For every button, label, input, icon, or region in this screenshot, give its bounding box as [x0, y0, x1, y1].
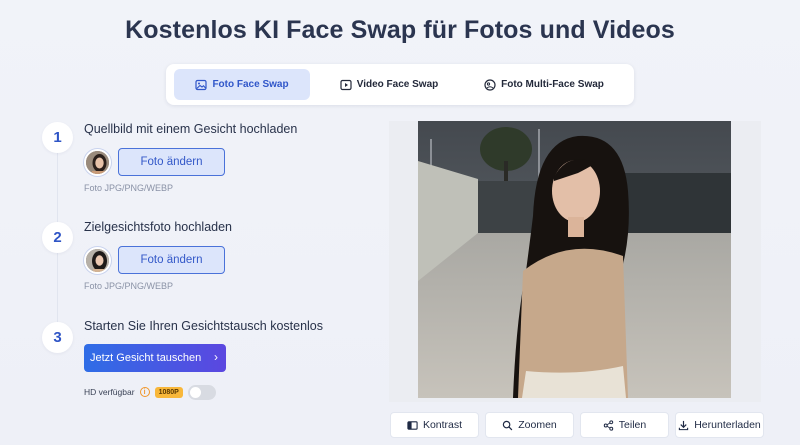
- step-title: Quellbild mit einem Gesicht hochladen: [84, 122, 298, 136]
- step-number: 2: [42, 222, 73, 253]
- zoom-button[interactable]: Zoomen: [485, 412, 574, 438]
- steps-panel: 1 Quellbild mit einem Gesicht hochladen …: [40, 118, 370, 438]
- step-number: 3: [42, 322, 73, 353]
- multi-face-icon: [484, 78, 496, 91]
- contrast-button[interactable]: Kontrast: [390, 412, 479, 438]
- result-image: [418, 121, 731, 398]
- page-title: Kostenlos KI Face Swap für Fotos und Vid…: [125, 16, 675, 44]
- step-title: Starten Sie Ihren Gesichtstausch kostenl…: [84, 319, 324, 333]
- tab-label: Foto Multi-Face Swap: [501, 79, 604, 90]
- source-face-thumbnail[interactable]: [84, 149, 111, 176]
- hd-option-row: HD verfügbar i 1080P: [84, 383, 216, 401]
- tab-multi-face-swap[interactable]: Foto Multi-Face Swap: [464, 69, 624, 100]
- file-format-hint: Foto JPG/PNG/WEBP: [84, 281, 174, 291]
- share-icon: [603, 419, 614, 431]
- avatar: [86, 151, 109, 174]
- download-button[interactable]: Herunterladen: [675, 412, 764, 438]
- action-label: Teilen: [618, 419, 647, 431]
- tab-video-face-swap[interactable]: Video Face Swap: [318, 69, 460, 100]
- info-icon[interactable]: i: [139, 387, 150, 397]
- download-icon: [679, 420, 689, 430]
- result-actions: Kontrast Zoomen Teilen Herunterladen: [390, 412, 764, 438]
- image-icon: [195, 79, 208, 90]
- resolution-badge: 1080P: [154, 386, 183, 398]
- video-icon: [340, 79, 352, 90]
- tab-label: Video Face Swap: [356, 79, 439, 90]
- file-format-hint: Foto JPG/PNG/WEBP: [84, 183, 174, 193]
- toggle-knob: [189, 386, 201, 398]
- result-photo: [418, 121, 731, 398]
- search-icon: [503, 420, 513, 430]
- change-target-photo-button[interactable]: Foto ändern: [118, 246, 225, 274]
- hd-label: HD verfügbar: [84, 387, 135, 397]
- action-label: Kontrast: [422, 419, 463, 431]
- action-label: Herunterladen: [694, 419, 761, 431]
- chevron-right-icon: ›: [214, 350, 218, 364]
- action-label: Zoomen: [518, 419, 557, 431]
- swap-face-button[interactable]: Jetzt Gesicht tauschen ›: [84, 344, 226, 372]
- step-title: Zielgesichtsfoto hochladen: [84, 220, 233, 234]
- target-face-thumbnail[interactable]: [84, 247, 111, 274]
- tab-label: Foto Face Swap: [212, 79, 289, 90]
- compare-icon: [407, 420, 418, 430]
- result-preview: [389, 121, 761, 402]
- avatar: [86, 249, 109, 272]
- swap-button-label: Jetzt Gesicht tauschen: [90, 352, 202, 364]
- share-button[interactable]: Teilen: [580, 412, 669, 438]
- change-source-photo-button[interactable]: Foto ändern: [118, 148, 225, 176]
- tab-photo-face-swap[interactable]: Foto Face Swap: [174, 69, 310, 100]
- mode-tabs: Foto Face Swap Video Face Swap Foto Mult…: [166, 64, 634, 105]
- hd-toggle[interactable]: [187, 384, 216, 400]
- step-number: 1: [42, 122, 73, 153]
